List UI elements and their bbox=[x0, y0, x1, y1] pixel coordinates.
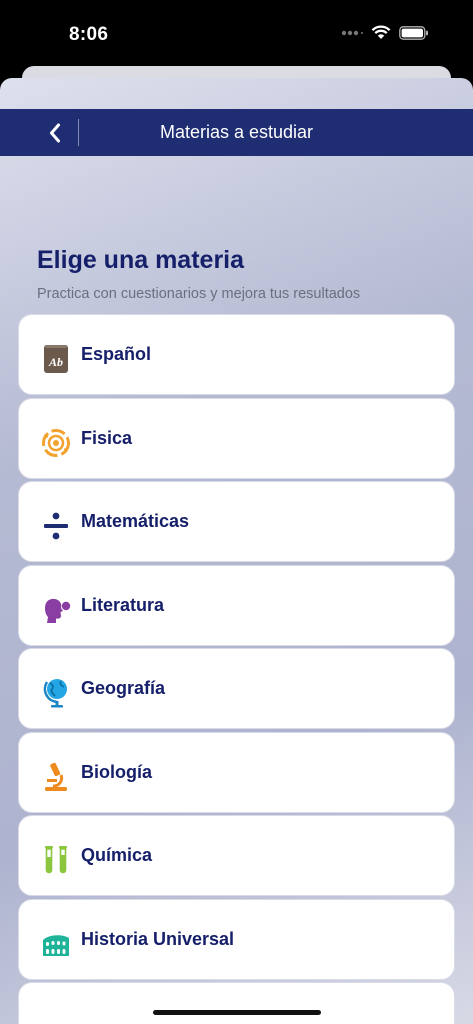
subject-card-espanol[interactable]: Ab Español bbox=[18, 314, 455, 395]
wifi-icon bbox=[371, 25, 391, 39]
cellular-signal-icon bbox=[341, 30, 363, 35]
subject-label: Geografía bbox=[81, 678, 166, 698]
subject-card-fisica[interactable]: Fisica bbox=[18, 397, 455, 479]
atom-icon bbox=[42, 428, 70, 457]
subject-card-geografia[interactable]: Geografía bbox=[18, 648, 455, 729]
status-bar: 8:06 bbox=[0, 0, 473, 60]
test-tubes-icon bbox=[45, 846, 67, 874]
subject-label: Literatura bbox=[81, 594, 165, 615]
home-indicator bbox=[153, 1010, 321, 1015]
nav-title: Materias a estudiar bbox=[159, 122, 314, 142]
subject-card-literatura[interactable]: Literatura bbox=[18, 564, 455, 646]
subject-label: Matemáticas bbox=[81, 511, 190, 531]
battery-icon bbox=[399, 25, 428, 40]
status-icons bbox=[341, 25, 429, 40]
subject-label: Química bbox=[81, 845, 153, 865]
globe-icon bbox=[43, 679, 67, 708]
microscope-icon bbox=[45, 762, 67, 791]
subject-label: Español bbox=[81, 344, 152, 364]
subject-label: Fisica bbox=[81, 427, 133, 448]
status-time: 8:06 bbox=[69, 24, 109, 45]
modal-sheet: Materias a estudiar Elige una materia Pr… bbox=[0, 78, 473, 1024]
subject-card-quimica[interactable]: Química bbox=[18, 815, 455, 896]
subject-card-matematicas[interactable]: Matemáticas bbox=[18, 481, 455, 562]
speaking-head-icon bbox=[45, 598, 71, 623]
book-icon: Ab bbox=[44, 345, 68, 373]
navigation-bar: Materias a estudiar bbox=[0, 109, 473, 156]
subject-card-historia-universal[interactable]: Historia Universal bbox=[18, 898, 455, 980]
svg-text:Ab: Ab bbox=[48, 355, 63, 369]
page-subtitle: Practica con cuestionarios y mejora tus … bbox=[37, 286, 361, 302]
subject-card-biologia[interactable]: Biología bbox=[18, 731, 455, 813]
subject-card-partial[interactable] bbox=[18, 982, 455, 1024]
colosseum-icon bbox=[43, 934, 69, 956]
divide-icon bbox=[44, 512, 68, 540]
subject-label: Historia Universal bbox=[81, 928, 235, 949]
subject-label: Biología bbox=[81, 761, 152, 782]
page-title: Elige una materia bbox=[37, 246, 245, 274]
